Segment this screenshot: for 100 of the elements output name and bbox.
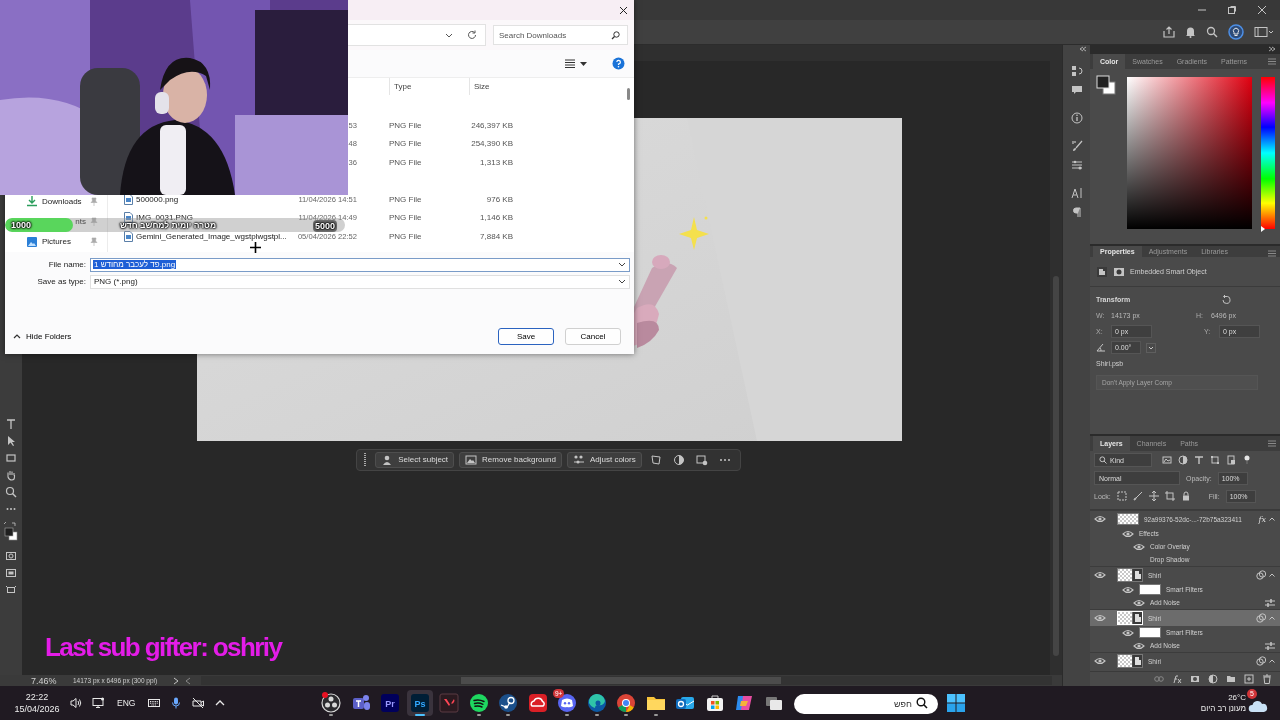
file-name-field[interactable]: פד לעכבר מחודש 1.png <box>90 257 630 272</box>
transform-icon[interactable] <box>649 453 662 466</box>
trash-icon[interactable] <box>1262 674 1272 684</box>
clock-date[interactable]: 15/04/2026 <box>14 703 60 715</box>
selection-tool-icon[interactable] <box>5 434 17 447</box>
foreground-background-icon[interactable] <box>1096 75 1116 95</box>
nav-item[interactable]: Downloads <box>5 191 107 212</box>
column-header[interactable]: Type <box>389 78 469 95</box>
taskbar-button[interactable]: Ps <box>406 690 433 716</box>
workspace-icon[interactable] <box>1254 26 1274 38</box>
eye-icon[interactable] <box>1122 529 1134 538</box>
chevron-left-icon[interactable] <box>185 676 191 685</box>
dropdown-icon[interactable] <box>1146 342 1156 353</box>
scrollbar[interactable] <box>627 88 630 100</box>
panel-menu-icon[interactable] <box>1268 440 1276 447</box>
hand-tool-icon[interactable] <box>5 468 17 481</box>
new-layer-icon[interactable] <box>1244 674 1254 684</box>
adjustment-layer-icon[interactable] <box>1208 674 1218 684</box>
brush-icon[interactable] <box>1070 140 1083 152</box>
adjustments-icon[interactable] <box>1070 159 1083 171</box>
weather-description[interactable]: מעונן רב היום <box>1200 703 1246 714</box>
context-button[interactable]: Select subject <box>375 451 455 468</box>
mask-settings-icon[interactable] <box>695 453 708 466</box>
taskbar-button[interactable] <box>320 690 342 716</box>
hue-slider[interactable] <box>1261 77 1275 229</box>
smart-filter-icon[interactable] <box>1226 455 1236 465</box>
nav-item[interactable]: Pictures <box>5 231 107 252</box>
mask-icon[interactable] <box>1113 265 1125 278</box>
keyboard-icon[interactable] <box>148 697 161 709</box>
drag-handle-icon[interactable] <box>363 451 368 468</box>
artboard-icon[interactable] <box>5 583 17 596</box>
eye-icon[interactable] <box>1094 657 1106 665</box>
search-field[interactable]: חפש <box>794 694 938 714</box>
file-name[interactable]: IMG_0031.PNG <box>133 213 293 223</box>
language-indicator[interactable]: ENG <box>117 698 136 708</box>
panel-menu-icon[interactable] <box>1268 250 1276 257</box>
eye-icon[interactable] <box>1122 585 1134 594</box>
info-icon[interactable] <box>1070 112 1083 124</box>
zoom-tool-icon[interactable] <box>5 485 17 498</box>
cancel-button[interactable]: Cancel <box>565 328 621 345</box>
expand-icon[interactable] <box>1268 46 1276 52</box>
mask-icon[interactable] <box>1190 674 1200 684</box>
chevron-right-icon[interactable] <box>173 676 179 685</box>
view-options-icon[interactable] <box>565 59 575 68</box>
horizontal-scrollbar[interactable] <box>201 676 1052 685</box>
lock-artboard-icon[interactable] <box>1164 491 1175 501</box>
folder-icon[interactable] <box>1226 674 1236 684</box>
filter-options-icon[interactable] <box>1265 598 1275 607</box>
toggle-icon[interactable] <box>1242 455 1252 465</box>
column-header[interactable]: Size <box>469 78 522 95</box>
eye-icon[interactable] <box>1133 542 1145 551</box>
quick-mask-icon[interactable] <box>5 549 17 562</box>
file-name[interactable]: Gemini_Generated_Image_wgstplwgstpl... <box>133 231 293 241</box>
dropdown-icon[interactable] <box>618 279 626 284</box>
start-icon[interactable] <box>945 693 966 713</box>
type-tool-icon[interactable] <box>5 417 17 430</box>
context-button[interactable]: Adjust colors <box>566 451 642 468</box>
refresh-icon[interactable] <box>467 30 477 40</box>
context-button[interactable]: Remove background <box>459 451 562 468</box>
dropdown-icon[interactable] <box>618 262 626 267</box>
camera-off-icon[interactable] <box>192 697 205 709</box>
eye-icon[interactable] <box>1094 614 1106 622</box>
adjustment-filter-icon[interactable] <box>1178 455 1188 465</box>
lock-position-icon[interactable] <box>1148 491 1159 501</box>
eye-icon[interactable] <box>1122 628 1134 637</box>
zoom-level[interactable]: 7.46% <box>31 675 67 686</box>
lock-icon[interactable] <box>1180 491 1191 501</box>
paragraph-icon[interactable] <box>1070 206 1083 218</box>
lightbulb-icon[interactable] <box>1228 24 1244 40</box>
history-icon[interactable] <box>1070 65 1083 77</box>
search-icon[interactable] <box>1206 26 1218 38</box>
color-swatches-icon[interactable] <box>3 520 19 543</box>
restore-icon[interactable] <box>1227 5 1237 15</box>
character-icon[interactable] <box>1070 187 1083 199</box>
eye-icon[interactable] <box>1133 641 1145 650</box>
shape-filter-icon[interactable] <box>1210 455 1220 465</box>
file-name[interactable]: 500000.png <box>133 194 293 204</box>
eye-icon[interactable] <box>1133 598 1145 607</box>
panel-menu-icon[interactable] <box>1268 58 1276 65</box>
collapse-caret-icon[interactable] <box>1269 616 1275 620</box>
rectangle-tool-icon[interactable] <box>5 451 17 464</box>
volume-icon[interactable] <box>70 697 82 709</box>
color-field[interactable] <box>1127 77 1252 229</box>
save-button[interactable]: Save <box>498 328 554 345</box>
microphone-icon[interactable] <box>170 697 183 709</box>
collapse-caret-icon[interactable] <box>1269 573 1275 577</box>
close-icon[interactable] <box>619 5 628 15</box>
share-icon[interactable] <box>1163 26 1175 38</box>
collapse-icon[interactable] <box>1079 46 1087 52</box>
dropdown-icon[interactable] <box>445 32 453 38</box>
vertical-scrollbar[interactable] <box>1050 60 1062 675</box>
image-filter-icon[interactable] <box>1162 455 1172 465</box>
lock-brush-icon[interactable] <box>1132 491 1143 501</box>
reset-icon[interactable] <box>1221 294 1231 305</box>
type-filter-icon[interactable] <box>1194 455 1204 465</box>
comment-icon[interactable] <box>1070 84 1083 96</box>
file-type-dropdown[interactable]: PNG (*.png) <box>90 274 630 289</box>
cloud-icon[interactable] <box>1248 699 1268 713</box>
fx-icon[interactable] <box>1172 674 1182 684</box>
clock-time[interactable]: 22:22 <box>25 691 49 703</box>
